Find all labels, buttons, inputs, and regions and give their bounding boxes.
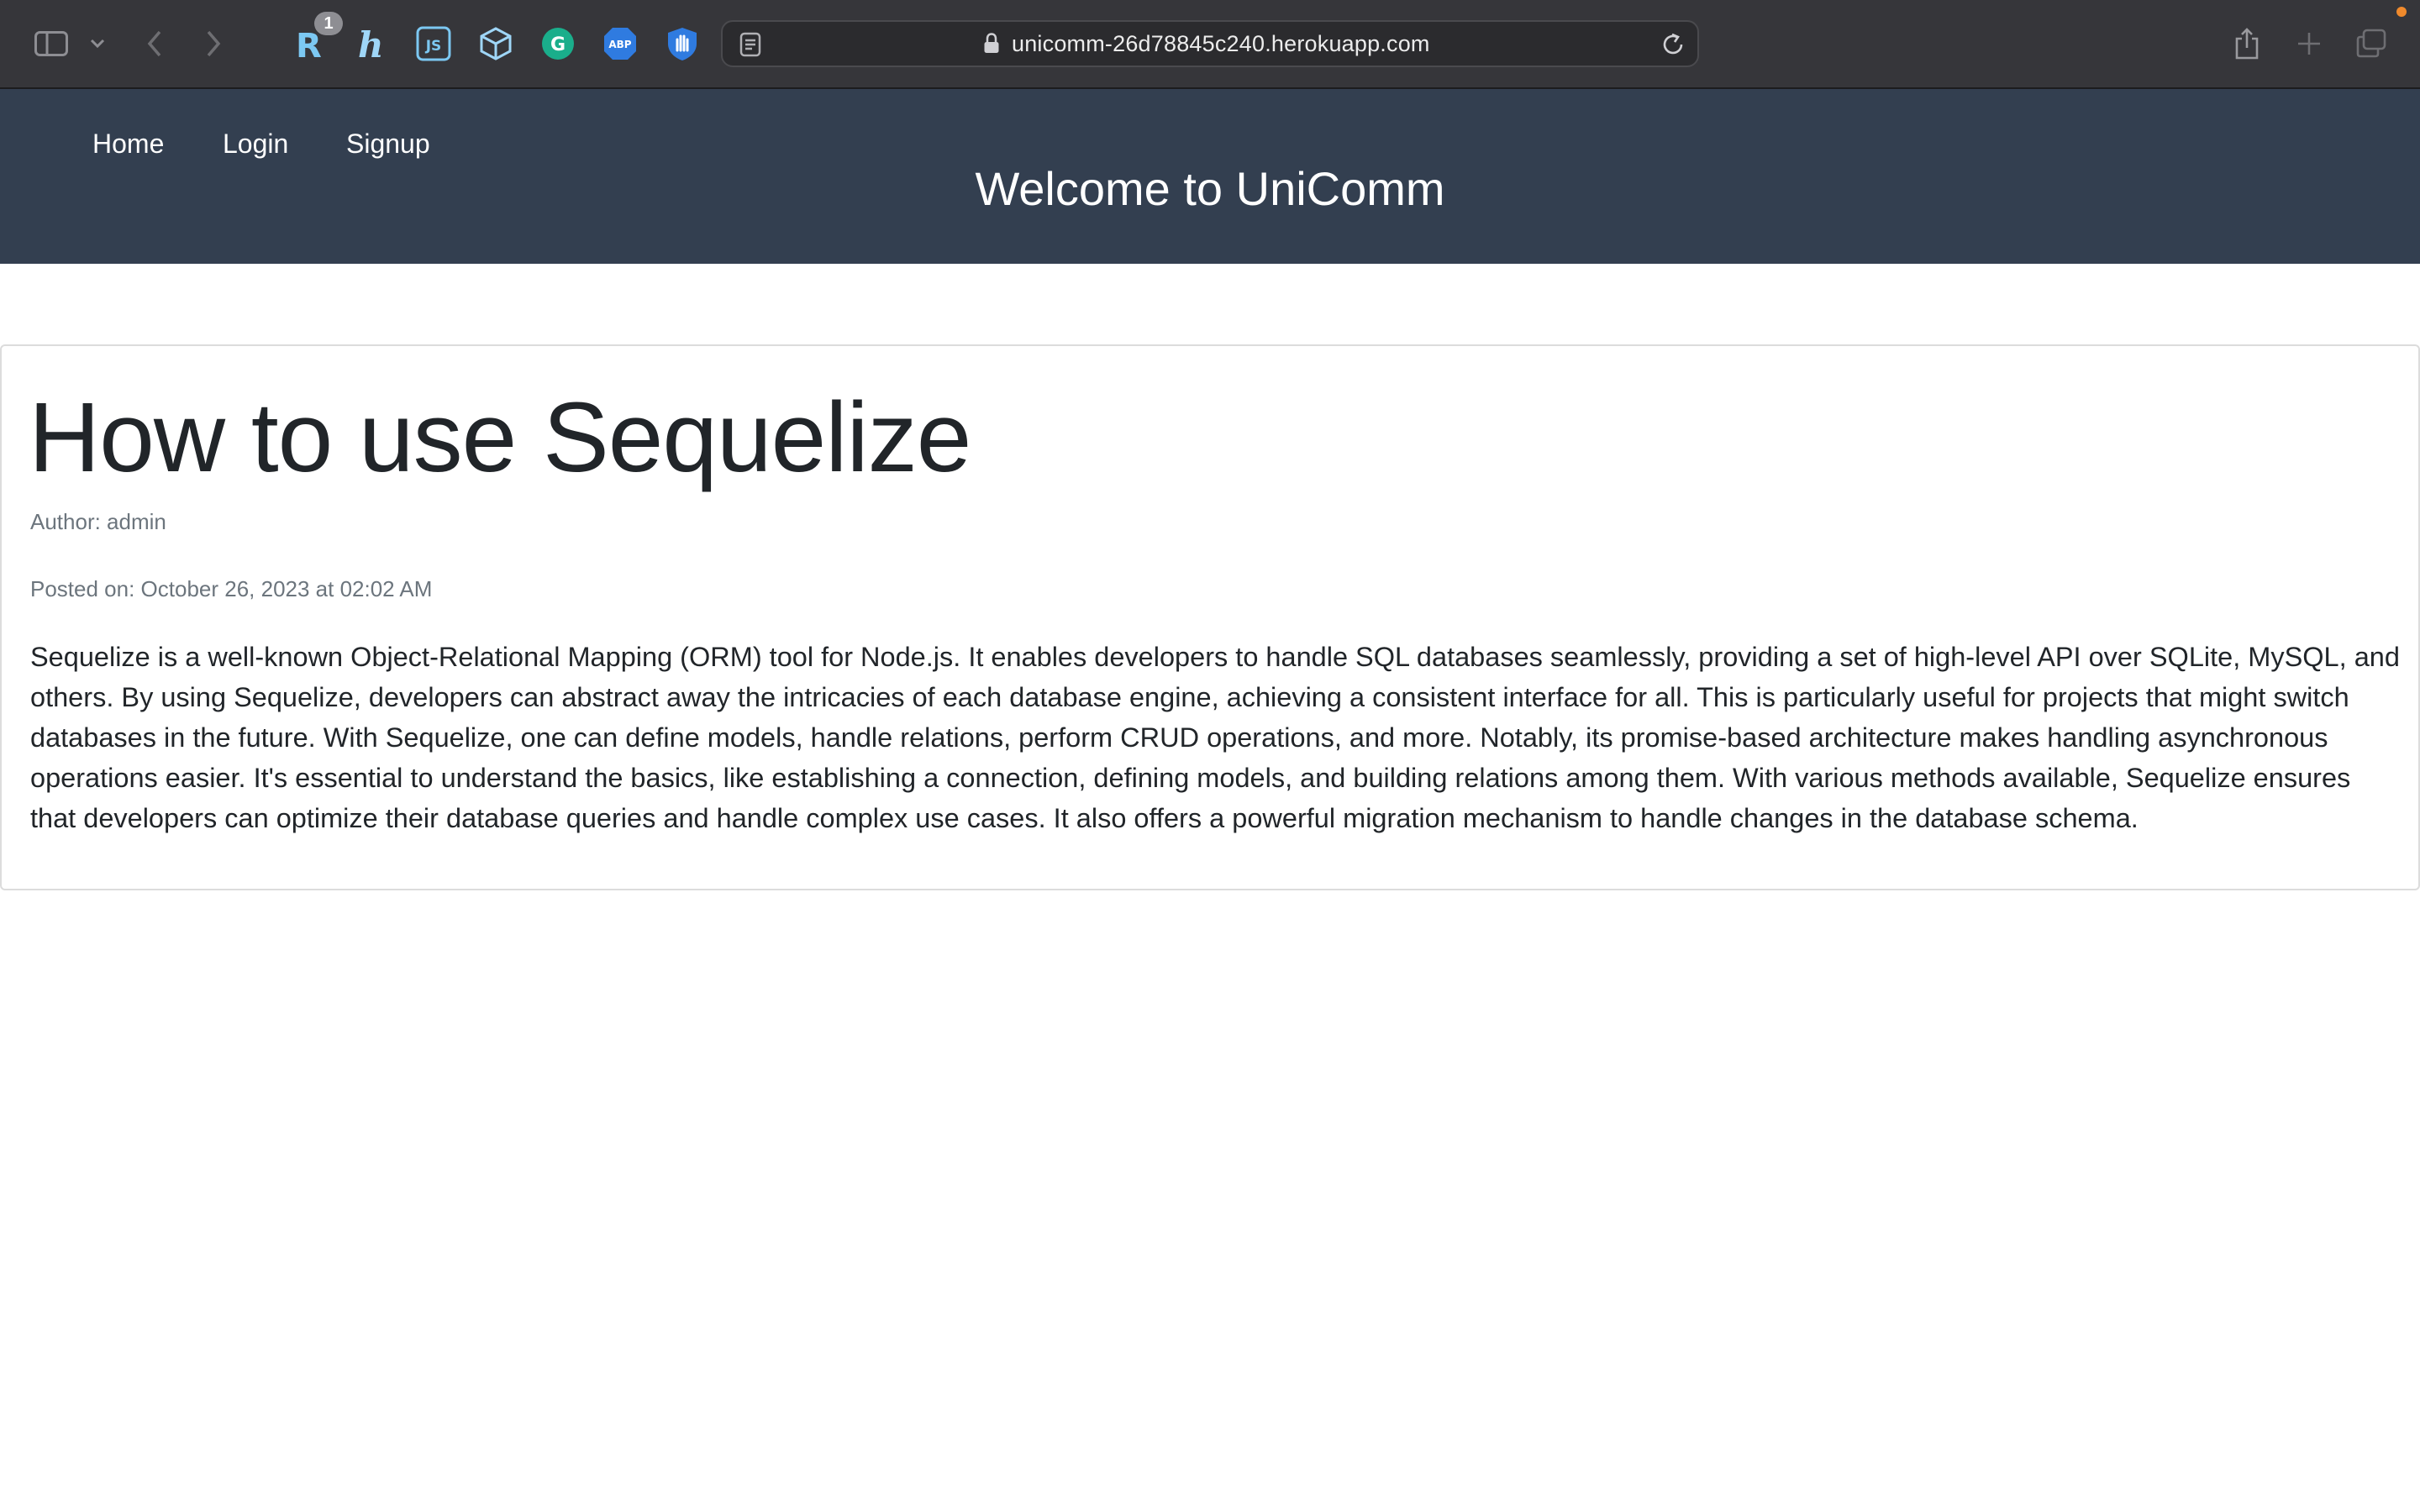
- hand-blocker-button[interactable]: [657, 18, 708, 69]
- hand-blocker-icon: [668, 28, 697, 60]
- new-tab-button[interactable]: [2294, 22, 2324, 66]
- sidebar-toggle-button[interactable]: [30, 22, 72, 66]
- share-icon: [2235, 28, 2259, 60]
- chevron-down-icon: [90, 39, 105, 49]
- post-date: Posted on: October 26, 2023 at 02:02 AM: [30, 576, 433, 601]
- post-title: How to use Sequelize: [29, 382, 971, 493]
- browser-toolbar: R 1 h JS G ABP unicomm-26d78845c240.hero…: [0, 0, 2420, 89]
- cube-extension-button[interactable]: [471, 18, 521, 69]
- tab-group-dropdown[interactable]: [87, 22, 108, 66]
- cube-extension-icon: [480, 27, 512, 60]
- h-extension-icon: h: [358, 24, 384, 64]
- nav-signup-link[interactable]: Signup: [346, 123, 430, 165]
- tab-overview-button[interactable]: [2354, 22, 2388, 66]
- site-header: Home Login Signup Welcome to UniComm: [0, 89, 2420, 264]
- grammarly-icon: G: [542, 28, 574, 60]
- post-body: Sequelize is a well-known Object-Relatio…: [30, 642, 2400, 833]
- h-extension-button[interactable]: h: [346, 18, 397, 69]
- adblock-plus-button[interactable]: ABP: [595, 18, 645, 69]
- chevron-right-icon: [207, 30, 221, 57]
- share-button[interactable]: [2232, 22, 2262, 66]
- notification-dot: [2396, 7, 2407, 17]
- lock-icon: [984, 33, 999, 53]
- grammarly-button[interactable]: G: [533, 18, 583, 69]
- chevron-left-icon: [147, 30, 161, 57]
- tab-overview-icon: [2356, 29, 2386, 58]
- svg-text:JS: JS: [425, 38, 442, 55]
- nav-home-link[interactable]: Home: [92, 123, 164, 165]
- forward-button[interactable]: [198, 22, 229, 66]
- post-author: Author: admin: [30, 509, 166, 534]
- url-text: unicomm-26d78845c240.herokuapp.com: [1012, 31, 1430, 56]
- svg-text:G: G: [550, 34, 566, 55]
- reader-mode-icon[interactable]: [739, 32, 761, 57]
- reload-icon[interactable]: [1660, 32, 1686, 57]
- nav-login-link[interactable]: Login: [223, 123, 288, 165]
- svg-text:h: h: [358, 24, 384, 64]
- back-button[interactable]: [139, 22, 170, 66]
- js-extension-button[interactable]: JS: [408, 18, 459, 69]
- extension-badge: 1: [314, 12, 343, 35]
- address-bar[interactable]: unicomm-26d78845c240.herokuapp.com: [721, 20, 1699, 67]
- adblock-plus-icon: ABP: [604, 28, 636, 60]
- site-title: Welcome to UniComm: [975, 162, 1445, 215]
- post-card: How to use Sequelize Author: admin Poste…: [0, 344, 2420, 890]
- sidebar-icon: [34, 31, 68, 56]
- js-extension-icon: JS: [416, 26, 451, 61]
- plus-icon: [2298, 33, 2320, 55]
- svg-text:ABP: ABP: [608, 39, 631, 50]
